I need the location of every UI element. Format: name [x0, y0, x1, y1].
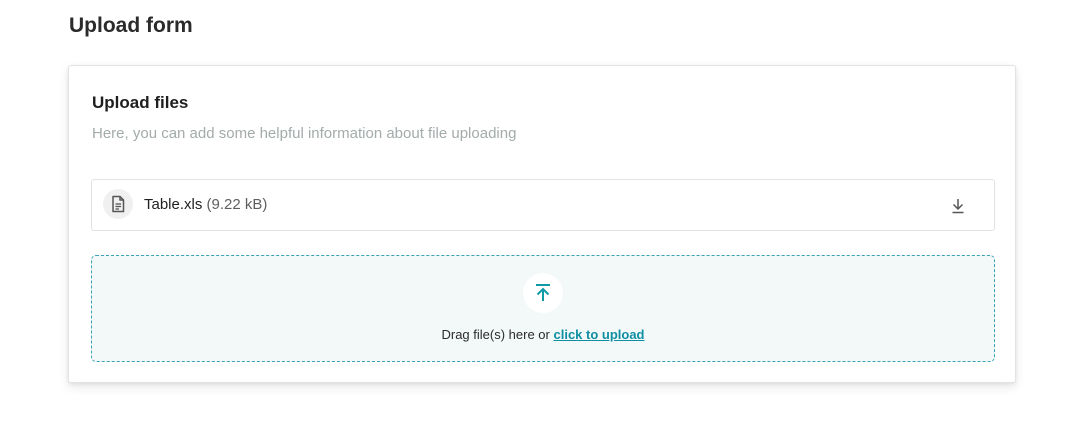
upload-card: Upload files Here, you can add some help…	[68, 65, 1016, 383]
file-size: (9.22 kB)	[206, 196, 268, 213]
file-info: Table.xls (9.22 kB)	[144, 195, 267, 215]
dropzone-instruction: Drag file(s) here or	[441, 327, 550, 342]
card-description: Here, you can add some helpful informati…	[92, 125, 517, 142]
document-icon	[103, 189, 133, 219]
file-dropzone[interactable]: Drag file(s) here or click to upload	[91, 255, 995, 362]
page-title: Upload form	[69, 14, 193, 37]
download-icon[interactable]	[947, 195, 969, 217]
file-name: Table.xls	[144, 196, 203, 213]
uploaded-file-item: Table.xls (9.22 kB)	[91, 179, 995, 231]
dropzone-text: Drag file(s) here or click to upload	[92, 326, 994, 344]
card-title: Upload files	[92, 93, 189, 112]
upload-arrow-icon	[523, 273, 563, 313]
click-to-upload-link[interactable]: click to upload	[553, 327, 644, 342]
